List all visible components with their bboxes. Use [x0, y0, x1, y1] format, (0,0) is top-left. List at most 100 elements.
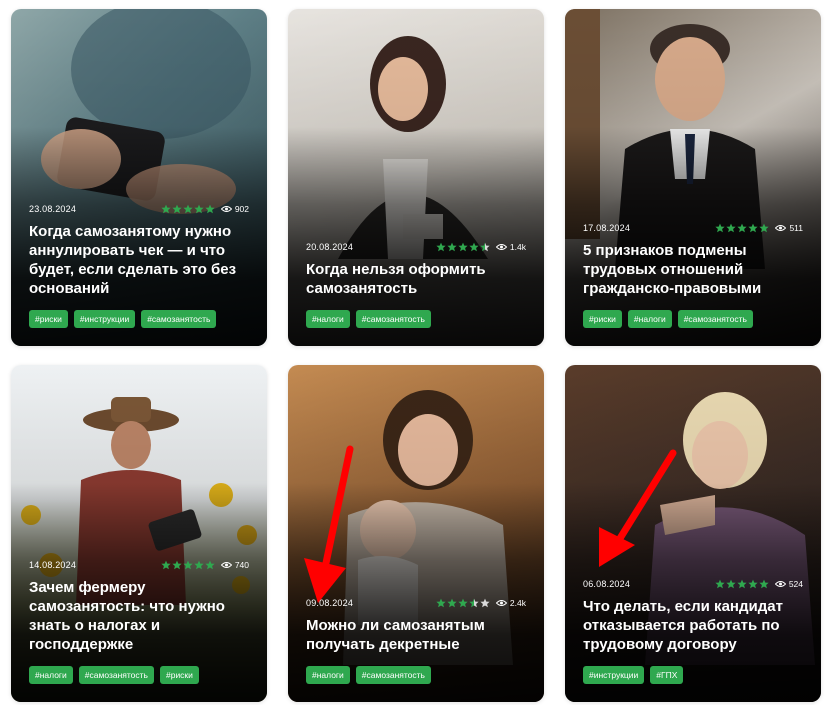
tag-list: #налоги #самозанятость: [306, 666, 526, 684]
star-icon: [172, 560, 182, 570]
card-content: 14.08.2024 740 Зачем фермеру самозанятос…: [29, 560, 249, 684]
star-icon: [726, 223, 737, 233]
article-title[interactable]: 5 признаков подмены трудовых отношений г…: [583, 241, 803, 298]
star-icon: [748, 223, 759, 233]
star-icon: [480, 598, 490, 608]
star-icon: [183, 204, 193, 214]
eye-icon: [220, 206, 232, 212]
article-date: 09.08.2024: [306, 598, 354, 608]
star-icon: [737, 223, 748, 233]
star-icon: [161, 204, 171, 214]
views-count: 524: [774, 579, 803, 589]
tag-instructions[interactable]: #инструкции: [73, 310, 136, 328]
star-icon: [458, 598, 468, 608]
views-value: 2.4k: [509, 598, 526, 608]
star-icon: [759, 579, 769, 589]
views-count: 902: [220, 204, 249, 214]
eye-icon: [774, 581, 786, 587]
tag-taxes[interactable]: #налоги: [29, 666, 73, 684]
star-icon: [436, 242, 446, 252]
article-date: 17.08.2024: [583, 223, 631, 233]
views-value: 511: [789, 223, 803, 233]
star-icon: [436, 598, 446, 608]
rating-stars: [715, 579, 769, 589]
views-value: 902: [234, 204, 249, 214]
article-title[interactable]: Зачем фермеру самозанятость: что нужно з…: [29, 578, 249, 654]
card-content: 06.08.2024 524 Что делать, если кандидат…: [583, 579, 803, 684]
article-card[interactable]: 23.08.2024 902 Когда самозанятому нужно …: [11, 9, 267, 346]
tag-list: #инструкции #ГПХ: [583, 666, 803, 684]
star-icon: [458, 242, 468, 252]
tag-self-employment[interactable]: #самозанятость: [355, 310, 431, 328]
card-meta: 14.08.2024 740: [29, 560, 249, 570]
tag-taxes[interactable]: #налоги: [306, 310, 350, 328]
article-date: 06.08.2024: [583, 579, 631, 589]
eye-icon: [495, 600, 507, 606]
star-icon: [447, 598, 457, 608]
article-date: 23.08.2024: [29, 204, 77, 214]
rating-stars: [161, 204, 215, 214]
card-meta: 20.08.2024 1.4k: [306, 242, 526, 252]
tag-list: #риски #налоги #самозанятость: [583, 310, 803, 328]
article-title[interactable]: Когда нельзя оформить самозанятость: [306, 260, 526, 298]
article-card[interactable]: 17.08.2024 511 5 признаков подмены трудо…: [565, 9, 821, 346]
star-icon: [469, 598, 479, 608]
star-icon: [748, 579, 758, 589]
tag-list: #налоги #самозанятость #риски: [29, 666, 249, 684]
star-icon: [172, 204, 182, 214]
star-icon: [469, 242, 479, 252]
card-content: 09.08.2024 2.4k Можно ли самозанятым пол…: [306, 598, 526, 684]
rating-stars: [436, 598, 490, 608]
rating-stars: [436, 242, 490, 252]
star-icon: [194, 560, 204, 570]
tag-instructions[interactable]: #инструкции: [583, 666, 645, 684]
star-icon: [715, 223, 726, 233]
views-count: 1.4k: [495, 242, 526, 252]
tag-self-employment[interactable]: #самозанятость: [677, 310, 753, 328]
eye-icon: [220, 562, 232, 568]
star-icon: [183, 560, 193, 570]
card-content: 17.08.2024 511 5 признаков подмены трудо…: [583, 223, 803, 328]
article-title[interactable]: Когда самозанятому нужно аннулировать че…: [29, 222, 249, 298]
card-meta: 09.08.2024 2.4k: [306, 598, 526, 608]
tag-self-employment[interactable]: #самозанятость: [78, 666, 154, 684]
views-value: 524: [788, 579, 803, 589]
tag-self-employment[interactable]: #самозанятость: [141, 310, 217, 328]
tag-self-employment[interactable]: #самозанятость: [355, 666, 431, 684]
card-meta: 17.08.2024 511: [583, 223, 803, 233]
article-date: 14.08.2024: [29, 560, 77, 570]
article-card[interactable]: 09.08.2024 2.4k Можно ли самозанятым пол…: [288, 365, 544, 702]
star-icon: [447, 242, 457, 252]
views-value: 1.4k: [509, 242, 526, 252]
tag-gph[interactable]: #ГПХ: [650, 666, 684, 684]
article-card[interactable]: 06.08.2024 524 Что делать, если кандидат…: [565, 365, 821, 702]
star-icon: [737, 579, 747, 589]
tag-taxes[interactable]: #налоги: [627, 310, 672, 328]
article-card[interactable]: 20.08.2024 1.4k Когда нельзя оформить са…: [288, 9, 544, 346]
article-title[interactable]: Что делать, если кандидат отказывается р…: [583, 597, 803, 654]
views-count: 740: [220, 560, 249, 570]
eye-icon: [495, 244, 507, 250]
tag-risks[interactable]: #риски: [583, 310, 622, 328]
tag-risks[interactable]: #риски: [29, 310, 68, 328]
article-title[interactable]: Можно ли самозанятым получать декретные: [306, 616, 526, 654]
views-count: 2.4k: [495, 598, 526, 608]
tag-taxes[interactable]: #налоги: [306, 666, 350, 684]
tag-risks[interactable]: #риски: [159, 666, 199, 684]
article-card[interactable]: 14.08.2024 740 Зачем фермеру самозанятос…: [11, 365, 267, 702]
card-meta: 23.08.2024 902: [29, 204, 249, 214]
star-icon: [759, 223, 770, 233]
red-arrow-annotation: [304, 445, 354, 603]
star-icon: [480, 242, 490, 252]
tag-list: #налоги #самозанятость: [306, 310, 526, 328]
star-icon: [161, 560, 171, 570]
card-content: 23.08.2024 902 Когда самозанятому нужно …: [29, 204, 249, 328]
rating-stars: [715, 223, 770, 233]
star-icon: [194, 204, 204, 214]
card-meta: 06.08.2024 524: [583, 579, 803, 589]
views-count: 511: [775, 223, 803, 233]
star-icon: [205, 560, 215, 570]
article-date: 20.08.2024: [306, 242, 354, 252]
views-value: 740: [234, 560, 249, 570]
star-icon: [205, 204, 215, 214]
